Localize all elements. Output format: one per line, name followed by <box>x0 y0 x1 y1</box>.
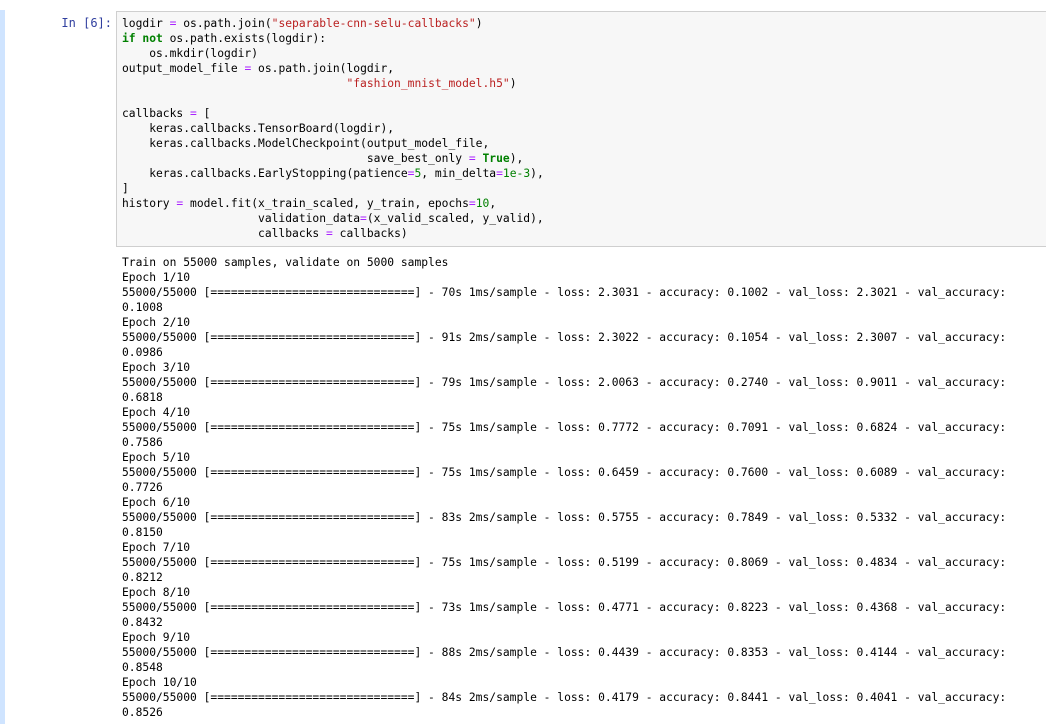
output-line: Epoch 3/10 <box>122 361 191 374</box>
output-line: 0.8212 <box>122 571 163 584</box>
output-line: Train on 55000 samples, validate on 5000… <box>122 256 449 269</box>
output-line: 0.7726 <box>122 481 163 494</box>
output-line: Epoch 6/10 <box>122 496 191 509</box>
output-line: Epoch 10/10 <box>122 676 197 689</box>
output-line: 0.7586 <box>122 436 163 449</box>
code-line: "fashion_mnist_model.h5") <box>346 77 517 90</box>
cell-output-area: Train on 55000 samples, validate on 5000… <box>122 255 1046 724</box>
code-line: save_best_only = True), <box>122 152 524 165</box>
output-line: Epoch 9/10 <box>122 631 191 644</box>
output-line: Epoch 1/10 <box>122 271 191 284</box>
output-line: 55000/55000 [===========================… <box>122 286 1007 299</box>
output-line: 0.8432 <box>122 616 163 629</box>
output-line: 0.0986 <box>122 346 163 359</box>
output-line: Epoch 4/10 <box>122 406 191 419</box>
output-line: Epoch 8/10 <box>122 586 191 599</box>
output-line: 55000/55000 [===========================… <box>122 421 1007 434</box>
code-line: keras.callbacks.TensorBoard(logdir), <box>122 122 395 135</box>
cell-selection-indicator <box>0 10 5 724</box>
output-line: 55000/55000 [===========================… <box>122 646 1007 659</box>
training-output-text: Train on 55000 samples, validate on 5000… <box>122 255 1046 720</box>
output-line: 55000/55000 [===========================… <box>122 466 1007 479</box>
code-line: keras.callbacks.EarlyStopping(patience=5… <box>122 167 544 180</box>
code-line: os.mkdir(logdir) <box>122 47 259 60</box>
output-line: Epoch 7/10 <box>122 541 191 554</box>
code-line: history = model.fit(x_train_scaled, y_tr… <box>122 197 497 210</box>
output-line: 0.8548 <box>122 661 163 674</box>
code-editor[interactable]: logdir = os.path.join("separable-cnn-sel… <box>122 16 544 241</box>
output-line: 55000/55000 [===========================… <box>122 556 1007 569</box>
notebook-code-cell[interactable]: In [6]: logdir = os.path.join("separable… <box>0 0 1046 724</box>
code-line: logdir = os.path.join("separable-cnn-sel… <box>122 17 483 30</box>
code-line: keras.callbacks.ModelCheckpoint(output_m… <box>122 137 490 150</box>
code-line: output_model_file = os.path.join(logdir, <box>122 62 395 75</box>
output-line: Epoch 5/10 <box>122 451 191 464</box>
output-line: 55000/55000 [===========================… <box>122 601 1007 614</box>
output-line: 0.8526 <box>122 706 163 719</box>
output-line: Epoch 2/10 <box>122 316 191 329</box>
code-line: callbacks = callbacks) <box>122 227 408 240</box>
code-line: callbacks = [ <box>122 107 211 120</box>
output-line: 55000/55000 [===========================… <box>122 331 1007 344</box>
output-line: 0.1008 <box>122 301 163 314</box>
output-line: 55000/55000 [===========================… <box>122 376 1007 389</box>
code-line: if not os.path.exists(logdir): <box>122 32 327 45</box>
input-prompt: In [6]: <box>61 16 112 30</box>
output-line: 0.6818 <box>122 391 163 404</box>
code-line: validation_data=(x_valid_scaled, y_valid… <box>122 212 544 225</box>
code-line: ] <box>122 182 129 195</box>
output-line: 0.8150 <box>122 526 163 539</box>
output-line: 55000/55000 [===========================… <box>122 691 1007 704</box>
code-input-area[interactable]: logdir = os.path.join("separable-cnn-sel… <box>116 11 1046 247</box>
output-line: 55000/55000 [===========================… <box>122 511 1007 524</box>
